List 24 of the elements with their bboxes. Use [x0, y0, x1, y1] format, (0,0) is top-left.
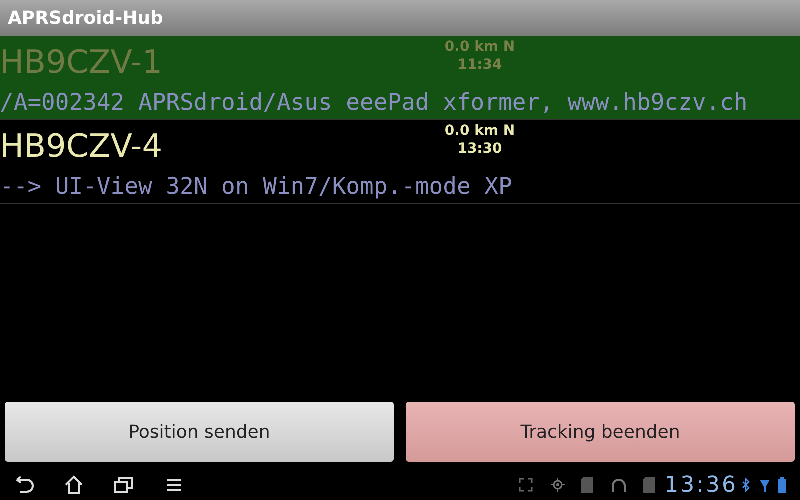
battery-icon — [778, 477, 786, 493]
callsign: HB9CZV-4 — [0, 126, 163, 167]
callsign: HB9CZV-1 — [0, 42, 163, 83]
menu-icon[interactable] — [166, 477, 182, 493]
clock: 13:36 — [664, 472, 738, 500]
back-icon[interactable] — [14, 476, 36, 494]
timestamp: 13:30 — [458, 140, 502, 158]
comment: /A=002342 APRSdroid/Asus eeePad xformer, www.hb9czv.ch — [0, 89, 748, 118]
sd-card-icon — [580, 477, 593, 493]
distance: 0.0 km N — [444, 122, 516, 140]
recent-apps-icon[interactable] — [114, 476, 134, 494]
send-position-button[interactable]: Position senden — [5, 402, 394, 462]
bluetooth-icon — [742, 478, 750, 492]
sd-card-icon — [642, 477, 655, 493]
stop-tracking-button[interactable]: Tracking beenden — [406, 402, 795, 462]
headphones-icon — [610, 477, 627, 493]
window-title: APRSdroid-Hub — [8, 6, 164, 30]
distance: 0.0 km N — [444, 38, 516, 56]
home-icon[interactable] — [64, 475, 84, 495]
gps-icon — [550, 478, 565, 492]
signal-icon — [760, 478, 770, 492]
expand-icon — [518, 478, 533, 492]
timestamp: 11:34 — [458, 56, 502, 74]
comment: --> UI-View 32N on Win7/Komp.-mode XP — [0, 173, 512, 202]
